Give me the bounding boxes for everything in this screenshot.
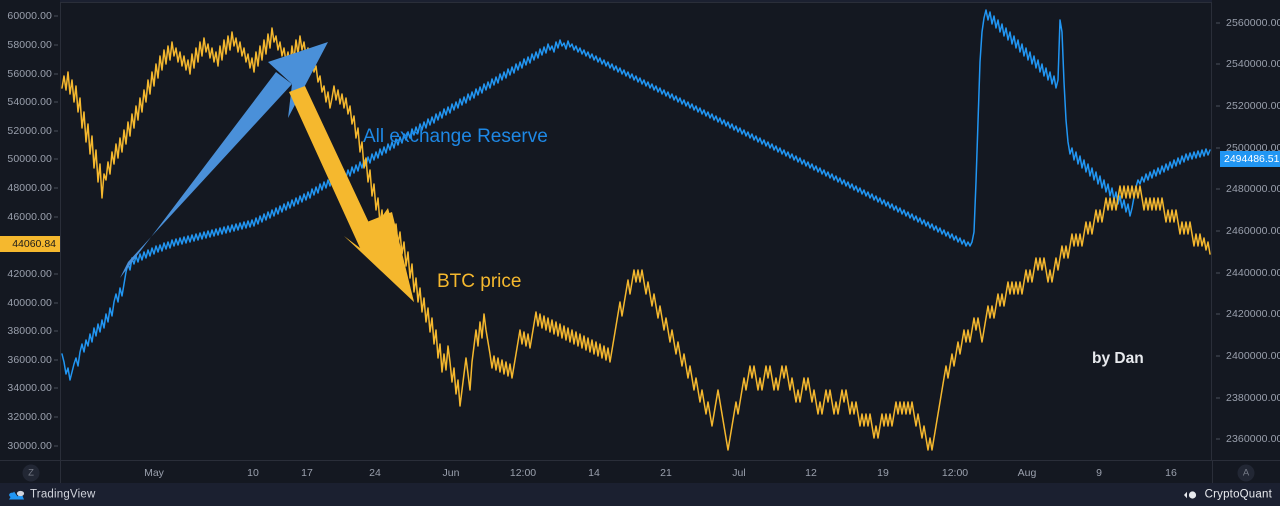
left-axis-tick-label: 46000.00 <box>7 210 52 223</box>
time-axis-label: Jul <box>732 466 746 479</box>
left-axis-tick-label: 50000.00 <box>7 153 52 166</box>
time-axis-label: 10 <box>247 466 259 479</box>
cryptoquant-icon <box>1183 490 1196 499</box>
left-axis-tick-mark <box>54 44 58 46</box>
right-axis-tick-label: 2480000.00 <box>1226 183 1280 196</box>
time-axis-label: 21 <box>660 466 672 479</box>
left-axis-tick-mark <box>54 216 58 218</box>
left-axis-tick-mark <box>54 387 58 389</box>
left-axis-tick-mark <box>54 445 58 447</box>
chart-app: 60000.00 58000.00 56000.00 54000.00 52000.00… <box>0 0 1280 506</box>
timezone-badge[interactable]: Z <box>22 464 40 481</box>
right-axis-tick-label: 2460000.00 <box>1226 225 1280 237</box>
reserve-price-tag[interactable]: 2494486.51 <box>1220 151 1280 168</box>
right-axis-tick-mark <box>1216 63 1220 65</box>
right-axis-tick-label: 2540000.00 <box>1226 58 1280 71</box>
time-axis-right-separator <box>1212 461 1213 484</box>
right-axis-tick-mark <box>1216 230 1220 232</box>
time-axis-left-separator <box>60 461 61 484</box>
left-axis-tick-mark <box>54 359 58 361</box>
right-axis-tick-mark <box>1216 272 1220 274</box>
tradingview-logo[interactable]: TradingView <box>8 488 95 501</box>
left-axis-tick-mark <box>54 73 58 75</box>
left-axis-tick-mark <box>54 158 58 160</box>
btc-price-line <box>61 27 1211 451</box>
left-axis-tick-label: 30000.00 <box>7 439 52 452</box>
left-axis-tick-mark <box>54 302 58 304</box>
left-axis-tick-mark <box>54 130 58 132</box>
right-axis-tick-label: 2400000.00 <box>1226 349 1280 362</box>
time-axis-label: 12 <box>805 466 817 479</box>
right-axis-tick-mark <box>1216 438 1220 440</box>
left-price-axis[interactable]: 60000.00 58000.00 56000.00 54000.00 52000.00… <box>0 0 60 460</box>
left-axis-tick-mark <box>54 416 58 418</box>
right-axis-tick-mark <box>1216 22 1220 24</box>
right-axis-tick-label: 2440000.00 <box>1226 266 1280 279</box>
btc-price-tag[interactable]: 44060.84 <box>0 236 60 253</box>
time-axis-label: 19 <box>877 466 889 479</box>
left-axis-tick-label: 36000.00 <box>7 353 52 366</box>
left-axis-tick-mark <box>54 15 58 17</box>
time-axis-label: 12:00 <box>941 466 969 479</box>
left-axis-tick-label: 58000.00 <box>7 38 52 51</box>
right-axis-tick-mark <box>1216 397 1220 399</box>
right-axis-tick-mark <box>1216 147 1220 149</box>
tradingview-label: TradingView <box>30 488 96 501</box>
left-axis-tick-mark <box>54 273 58 275</box>
time-axis-label: 16 <box>1165 466 1177 479</box>
left-axis-tick-label: 38000.00 <box>7 325 52 338</box>
left-axis-tick-label: 34000.00 <box>7 382 52 395</box>
time-axis-label: 24 <box>369 466 381 479</box>
left-axis-tick-mark <box>54 330 58 332</box>
cryptoquant-logo[interactable]: CryptoQuant <box>1182 488 1272 501</box>
time-axis-label: 12:00 <box>509 466 537 479</box>
right-axis-tick-label: 2420000.00 <box>1226 308 1280 321</box>
time-axis-label: 17 <box>301 466 313 479</box>
right-axis-tick-label: 2380000.00 <box>1226 391 1280 404</box>
reserve-line <box>61 9 1211 381</box>
left-axis-tick-label: 32000.00 <box>7 411 52 424</box>
time-axis[interactable]: Z A May 10 17 24 Jun 12:00 14 21 Jul 12 19 12:00 Aug… <box>0 460 1280 484</box>
right-axis-tick-mark <box>1216 313 1220 315</box>
chart-plot-area[interactable] <box>60 2 1212 460</box>
left-axis-tick-label: 48000.00 <box>7 182 52 195</box>
left-axis-tick-label: 42000.00 <box>7 267 52 280</box>
left-axis-tick-label: 60000.00 <box>7 10 52 23</box>
right-axis-tick-label: 2360000.00 <box>1226 433 1280 446</box>
right-price-axis[interactable]: 2560000.00 2540000.00 2520000.00 2500000.00… <box>1212 0 1280 460</box>
plot-left-border <box>60 2 61 460</box>
left-axis-tick-label: 56000.00 <box>7 67 52 80</box>
right-axis-tick-mark <box>1216 105 1220 107</box>
tradingview-icon <box>9 490 25 499</box>
right-axis-tick-mark <box>1216 188 1220 190</box>
left-axis-tick-label: 40000.00 <box>7 296 52 309</box>
left-axis-tick-label: 52000.00 <box>7 124 52 137</box>
time-axis-label: Jun <box>442 466 460 479</box>
left-axis-tick-mark <box>54 101 58 103</box>
time-axis-label: 14 <box>588 466 600 479</box>
right-axis-tick-label: 2520000.00 <box>1226 100 1280 113</box>
auto-scale-badge[interactable]: A <box>1237 464 1255 481</box>
chart-footer: TradingView CryptoQuant <box>0 483 1280 506</box>
time-axis-label: 9 <box>1096 466 1102 479</box>
time-axis-label: May <box>144 466 164 479</box>
left-axis-tick-mark <box>54 187 58 189</box>
right-axis-tick-label: 2560000.00 <box>1226 16 1280 29</box>
time-axis-label: Aug <box>1017 466 1037 479</box>
left-axis-tick-label: 54000.00 <box>7 96 52 109</box>
price-series-svg <box>61 9 1211 451</box>
cryptoquant-label: CryptoQuant <box>1204 488 1272 501</box>
right-axis-tick-mark <box>1216 355 1220 357</box>
